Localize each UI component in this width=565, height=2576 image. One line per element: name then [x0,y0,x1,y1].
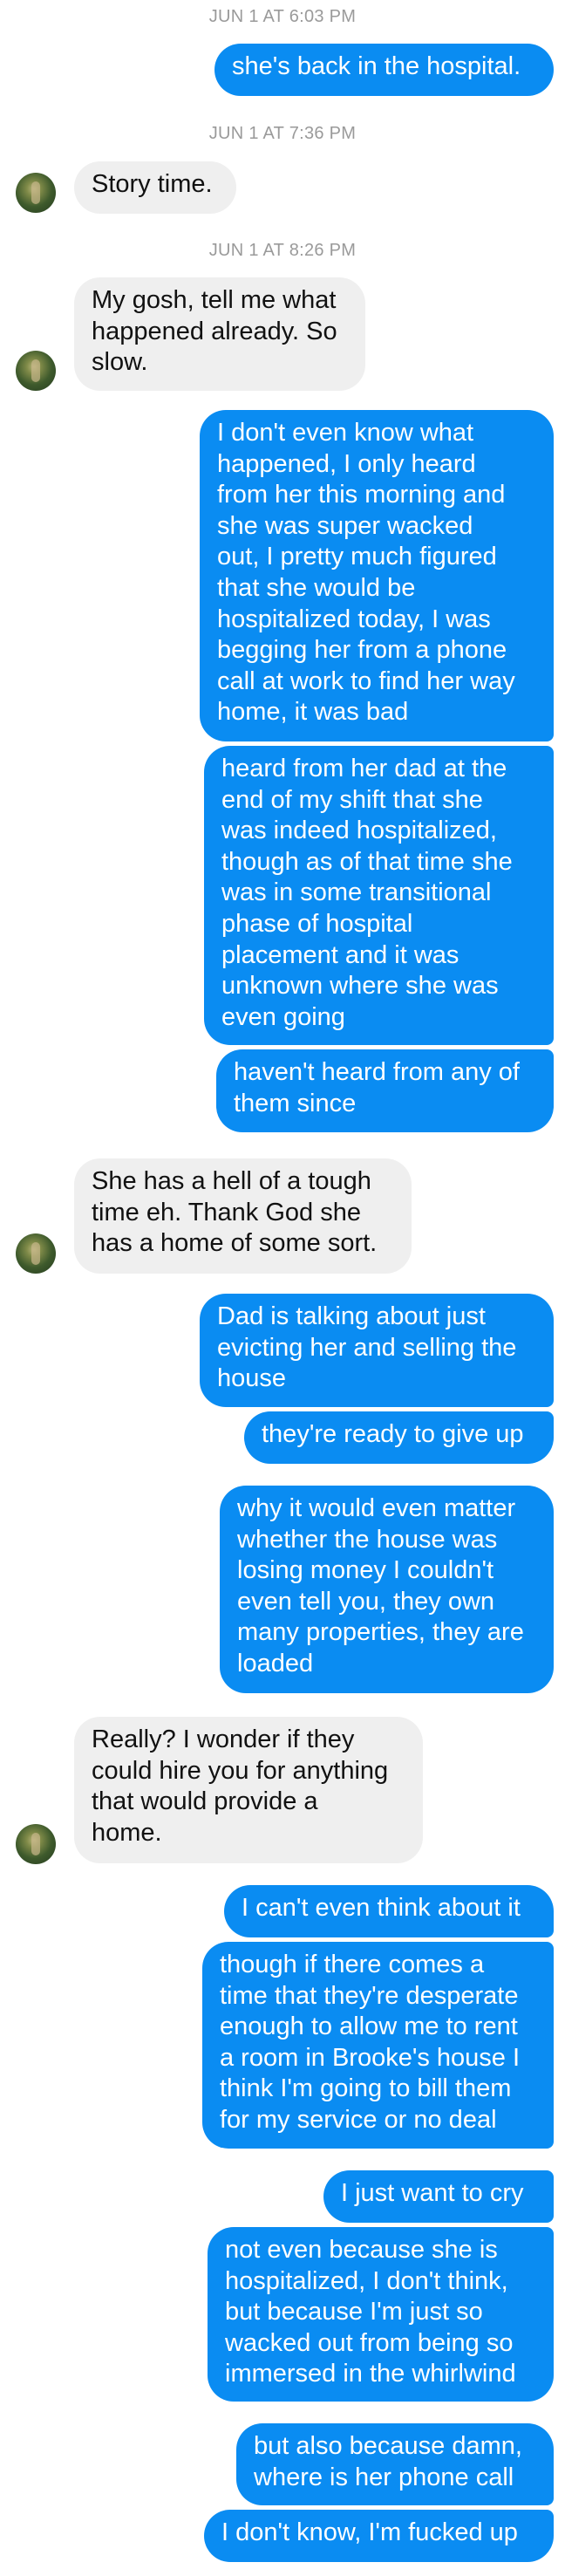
timestamp: JUN 1 AT 8:26 PM [208,241,357,260]
message-line: she's back in the hospital. [232,52,521,80]
message-line: My gosh, tell me what [92,286,337,314]
message-line: begging her from a phone [217,636,507,665]
message-line: immersed in the whirlwind [225,2360,516,2388]
message-bubble-outgoing[interactable]: I can't even think about it [224,1885,554,1937]
message-bubble-outgoing[interactable]: I just want to cry [323,2170,554,2223]
message-bubble-incoming[interactable]: Story time. [74,161,236,214]
message-line: but because I'm just so [225,2298,483,2327]
message-bubble-outgoing[interactable]: Dad is talking about just evicting her a… [200,1294,554,1407]
message-bubble-outgoing[interactable]: though if there comes a time that they'r… [202,1942,554,2149]
message-line: she was super wacked [217,511,473,540]
message-line: evicting her and selling the [217,1333,517,1362]
message-line: Story time. [92,170,213,198]
message-line: but also because damn, [254,2432,522,2460]
message-line: though if there comes a [220,1951,485,1978]
message-line: that would provide a [92,1787,318,1816]
message-line: from her this morning and [217,481,506,509]
message-line: was indeed hospitalized, [221,817,497,845]
message-line: out, I pretty much figured [217,543,497,571]
message-line: hospitalized today, I was [217,605,491,633]
message-line: happened already. So [92,317,337,345]
message-line: unknown where she was [221,972,499,1001]
message-bubble-outgoing[interactable]: she's back in the hospital. [214,44,554,96]
message-line: home, it was bad [217,698,409,727]
message-line: loaded [237,1649,314,1677]
message-line: Dad is talking about just [217,1302,486,1330]
message-bubble-outgoing[interactable]: I don't even know what happened, I only … [200,410,554,741]
timestamp: JUN 1 AT 6:03 PM [208,7,357,26]
timestamp: JUN 1 AT 7:36 PM [208,124,357,143]
message-line: though as of that time she [221,847,513,876]
message-line: Really? I wonder if they [92,1725,355,1753]
message-line: house [217,1364,287,1393]
message-line: many properties, they are [237,1618,524,1647]
message-line: haven't heard from any of [234,1058,520,1086]
message-bubble-outgoing[interactable]: I don't know, I'm fucked up [204,2510,554,2562]
contact-avatar[interactable] [16,1233,56,1274]
message-line: home. [92,1818,162,1847]
message-line: whether the house was [237,1525,498,1554]
message-line: think I'm going to bill them [220,2074,512,2103]
message-bubble-outgoing[interactable]: not even because she is hospitalized, I … [208,2227,554,2402]
message-line: I don't know, I'm fucked up [221,2518,518,2546]
message-line: losing money I couldn't [237,1556,494,1585]
message-line: even tell you, they own [237,1587,495,1616]
message-line: not even because she is [225,2236,498,2264]
message-bubble-outgoing[interactable]: haven't heard from any of them since [216,1049,554,1132]
message-line: where is her phone call [254,2463,514,2491]
message-line: hospitalized, I don't think, [225,2266,508,2295]
message-line: She has a hell of a tough [92,1167,371,1195]
message-bubble-outgoing[interactable]: but also because damn, where is her phon… [236,2423,554,2505]
message-bubble-incoming[interactable]: She has a hell of a tough time eh. Thank… [74,1158,412,1274]
contact-avatar[interactable] [16,1824,56,1864]
message-line: even going [221,1002,345,1031]
message-thread: JUN 1 AT 6:03 PM she's back in the hospi… [0,0,565,2576]
contact-avatar[interactable] [16,173,56,213]
contact-avatar[interactable] [16,351,56,391]
message-line: a room in Brooke's house I [220,2043,521,2072]
message-line: enough to allow me to rent [220,2012,518,2041]
message-line: end of my shift that she [221,785,483,814]
message-line: why it would even matter [237,1494,516,1522]
message-line: happened, I only heard [217,449,476,478]
message-bubble-incoming[interactable]: My gosh, tell me what happened already. … [74,277,365,391]
message-line: they're ready to give up [262,1420,524,1448]
message-line: I don't even know what [217,419,474,447]
message-line: wacked out from being so [225,2328,514,2357]
message-line: has a home of some sort. [92,1229,378,1258]
message-line: time that they're desperate [220,1981,519,2010]
message-line: I can't even think about it [242,1894,521,1922]
message-line: call at work to find her way [217,666,515,695]
message-line: I just want to cry [341,2179,524,2207]
message-bubble-incoming[interactable]: Really? I wonder if they could hire you … [74,1717,423,1863]
message-line: phase of hospital [221,909,413,938]
message-line: placement and it was [221,940,459,969]
message-line: them since [234,1089,357,1117]
message-line: slow. [92,348,148,377]
message-line: heard from her dad at the [221,755,507,782]
message-line: was in some transitional [221,878,492,907]
message-bubble-outgoing[interactable]: they're ready to give up [244,1411,554,1464]
message-bubble-outgoing[interactable]: why it would even matter whether the hou… [220,1486,554,1693]
message-line: that she would be [217,573,416,602]
message-line: time eh. Thank God she [92,1198,361,1227]
message-bubble-outgoing[interactable]: heard from her dad at the end of my shif… [204,746,554,1045]
message-line: could hire you for anything [92,1756,389,1785]
message-line: for my service or no deal [220,2105,497,2134]
